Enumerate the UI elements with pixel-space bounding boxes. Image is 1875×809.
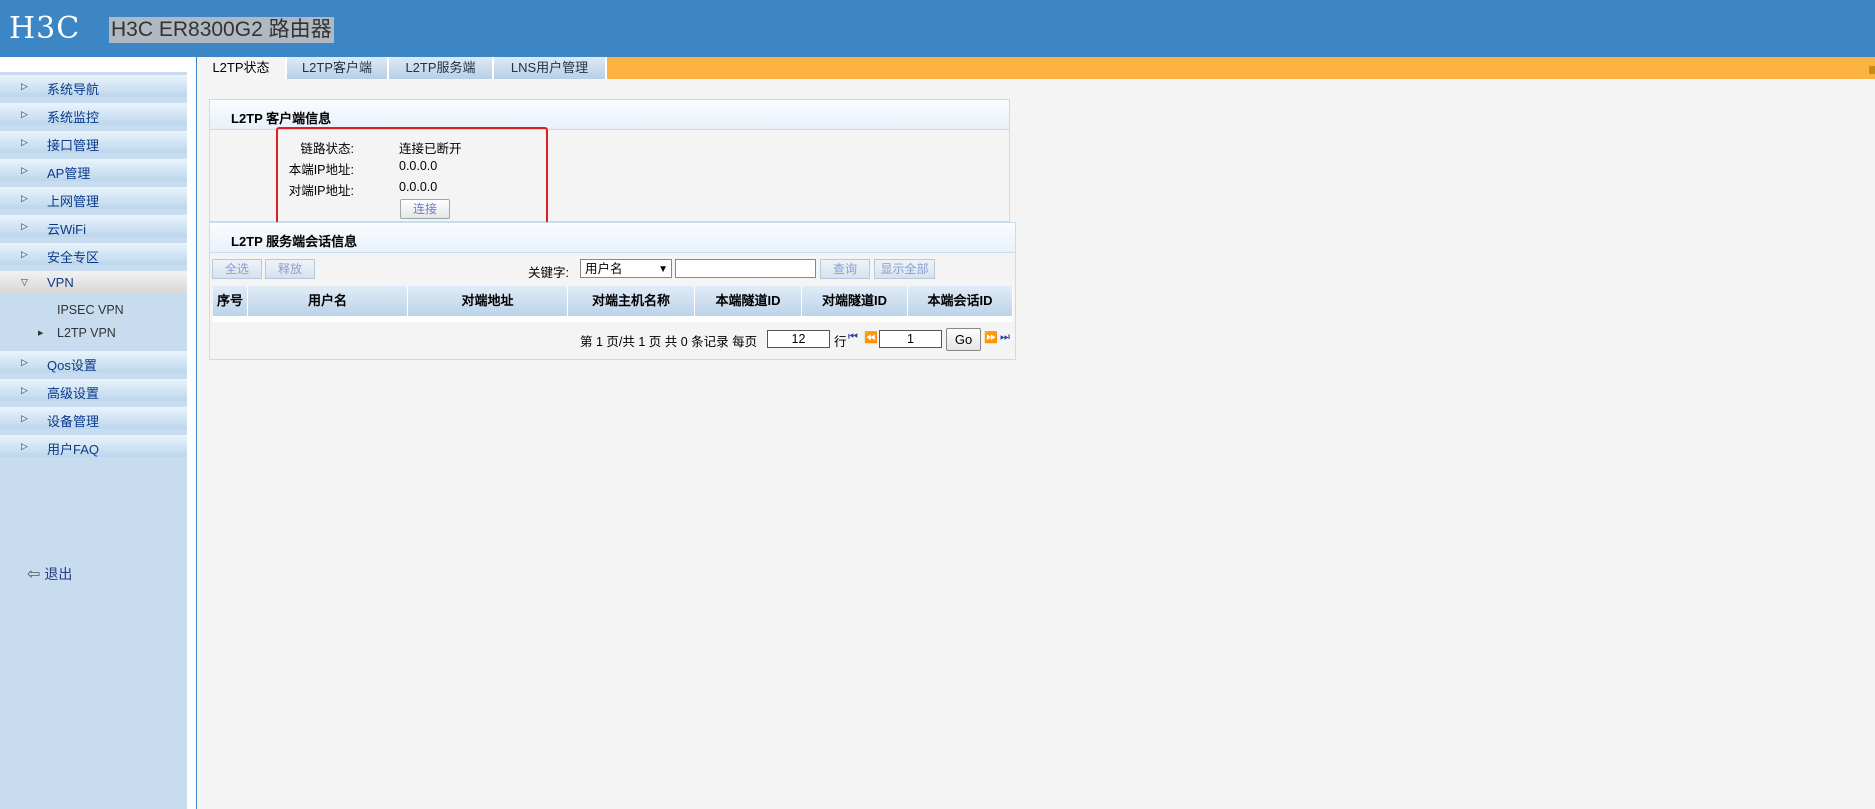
arrow-right-icon: ▷ — [21, 193, 28, 203]
arrow-right-icon: ▷ — [21, 137, 28, 147]
arrow-right-icon: ▷ — [21, 109, 28, 119]
keyword-label: 关键字: — [528, 266, 569, 280]
sidebar-item-ap[interactable]: ▷ AP管理 — [0, 159, 187, 181]
col-username[interactable]: 用户名 — [248, 286, 408, 316]
tab-l2tp-server[interactable]: L2TP服务端 — [389, 57, 494, 79]
select-all-button[interactable]: 全选 — [212, 259, 262, 279]
prev-page-icon[interactable]: ⏪ — [864, 331, 878, 344]
page-number-input[interactable] — [879, 330, 942, 348]
peer-ip-value: 0.0.0.0 — [399, 180, 438, 194]
server-sessions-title: L2TP 服务端会话信息 — [231, 234, 358, 249]
peer-ip-label: 对端IP地址: — [288, 184, 354, 198]
link-status-value: 连接已断开 — [399, 142, 462, 156]
local-ip-label: 本端IP地址: — [288, 163, 354, 177]
sidebar-item-device[interactable]: ▷ 设备管理 — [0, 407, 187, 429]
col-peer-hostname[interactable]: 对端主机名称 — [568, 286, 695, 316]
sidebar-item-system-nav[interactable]: ▷ 系统导航 — [0, 75, 187, 97]
sidebar-item-cloud-wifi[interactable]: ▷ 云WiFi — [0, 215, 187, 237]
sidebar-item-system-monitor[interactable]: ▷ 系统监控 — [0, 103, 187, 125]
arrow-right-icon: ▷ — [21, 165, 28, 175]
bullet-arrow-icon: ▶ — [38, 330, 44, 337]
sidebar-item-security[interactable]: ▷ 安全专区 — [0, 243, 187, 265]
arrow-down-icon: ▽ — [21, 277, 28, 287]
sessions-table-body — [213, 316, 1013, 322]
col-peer-tunnel-id[interactable]: 对端隧道ID — [802, 286, 908, 316]
arrow-right-icon: ▷ — [21, 357, 28, 367]
top-banner: H3C H3C ER8300G2 路由器 — [0, 0, 1875, 57]
pager-summary: 第 1 页/共 1 页 共 0 条记录 每页 — [580, 335, 758, 349]
next-page-icon[interactable]: ⏩ — [984, 331, 998, 344]
tab-bar: L2TP状态 L2TP客户端 L2TP服务端 LNS用户管理 — [197, 57, 1875, 79]
go-button[interactable]: Go — [946, 328, 981, 351]
sidebar-item-faq[interactable]: ▷ 用户FAQ — [0, 435, 187, 457]
sidebar-item-advanced[interactable]: ▷ 高级设置 — [0, 379, 187, 401]
col-local-session-id[interactable]: 本端会话ID — [908, 286, 1013, 316]
tab-lns-user[interactable]: LNS用户管理 — [494, 57, 607, 79]
arrow-right-icon: ▷ — [21, 221, 28, 231]
logout-link[interactable]: ⇦ 退出 — [27, 564, 72, 584]
arrow-right-icon: ▷ — [21, 413, 28, 423]
sidebar-item-internet[interactable]: ▷ 上网管理 — [0, 187, 187, 209]
arrow-right-icon: ▷ — [21, 249, 28, 259]
logout-icon: ⇦ — [27, 566, 41, 583]
connect-button[interactable]: 连接 — [400, 199, 450, 219]
show-all-button[interactable]: 显示全部 — [874, 259, 935, 279]
col-peer-address[interactable]: 对端地址 — [408, 286, 568, 316]
first-page-icon[interactable]: ⏮ — [848, 331, 858, 344]
per-page-input[interactable] — [767, 330, 830, 348]
keyword-input[interactable] — [675, 259, 816, 278]
sidebar-item-qos[interactable]: ▷ Qos设置 — [0, 351, 187, 373]
chevron-down-icon: ▼ — [658, 264, 668, 275]
pager-rows-label: 行 — [834, 335, 847, 349]
sidebar-nav: ▷ 系统导航 ▷ 系统监控 ▷ 接口管理 ▷ AP管理 ▷ 上网管理 ▷ 云WiFi ▷ 安全… — [0, 75, 187, 463]
sidebar-subitem-l2tp-vpn[interactable]: ▶ L2TP VPN — [0, 322, 187, 345]
query-button[interactable]: 查询 — [820, 259, 870, 279]
arrow-right-icon: ▷ — [21, 441, 28, 451]
sidebar-item-vpn[interactable]: ▽ VPN — [0, 271, 187, 293]
release-button[interactable]: 释放 — [265, 259, 315, 279]
device-model-title: H3C ER8300G2 路由器 — [109, 17, 334, 43]
tab-l2tp-client[interactable]: L2TP客户端 — [287, 57, 389, 79]
arrow-right-icon: ▷ — [21, 385, 28, 395]
client-info-title: L2TP 客户端信息 — [231, 111, 332, 126]
sessions-table-header: 序号 用户名 对端地址 对端主机名称 本端隧道ID 对端隧道ID 本端会话ID — [213, 286, 1013, 316]
local-ip-value: 0.0.0.0 — [399, 159, 438, 173]
tab-l2tp-status[interactable]: L2TP状态 — [197, 57, 287, 79]
h3c-logo: H3C — [9, 11, 81, 46]
sidebar-subitem-ipsec-vpn[interactable]: IPSEC VPN — [0, 299, 187, 322]
arrow-right-icon: ▷ — [21, 81, 28, 91]
last-page-icon[interactable]: ⏭ — [1000, 331, 1010, 344]
sidebar-item-interface[interactable]: ▷ 接口管理 — [0, 131, 187, 153]
keyword-select[interactable]: 用户名 ▼ — [580, 259, 672, 278]
link-status-label: 链路状态: — [300, 142, 354, 156]
col-index[interactable]: 序号 — [213, 286, 248, 316]
col-local-tunnel-id[interactable]: 本端隧道ID — [695, 286, 802, 316]
